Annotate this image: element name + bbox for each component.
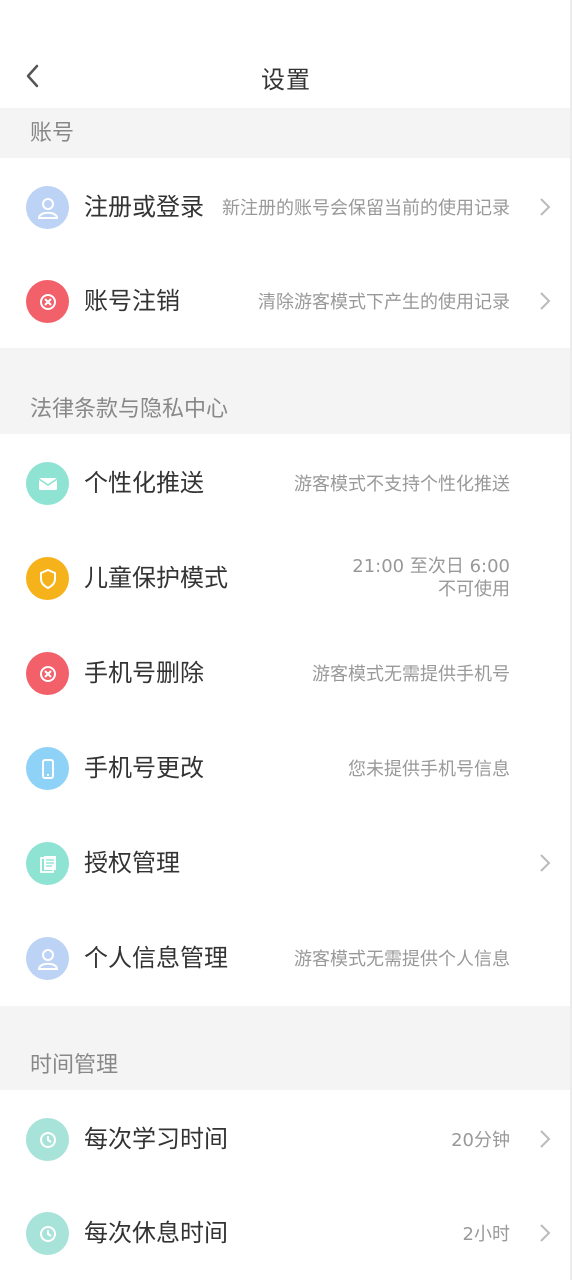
child-protection-note: 不可使用 xyxy=(438,579,510,600)
user-icon xyxy=(26,937,69,980)
delete-icon xyxy=(26,652,69,695)
register-login-label: 注册或登录 xyxy=(84,193,204,221)
personalized-push-label: 个性化推送 xyxy=(84,469,204,497)
delete-icon xyxy=(26,280,69,323)
child-protection-row[interactable]: 儿童保护模式 21:00 至次日 6:00 不可使用 xyxy=(0,531,572,625)
register-login-desc: 新注册的账号会保留当前的使用记录 xyxy=(222,198,510,219)
register-login-row[interactable]: 注册或登录 新注册的账号会保留当前的使用记录 xyxy=(0,160,572,254)
phone-change-desc: 您未提供手机号信息 xyxy=(348,759,510,780)
document-icon xyxy=(26,842,69,885)
study-time-row[interactable]: 每次学习时间 20分钟 xyxy=(0,1092,572,1186)
mail-icon xyxy=(26,462,69,505)
phone-delete-row[interactable]: 手机号删除 游客模式无需提供手机号 xyxy=(0,626,572,720)
phone-icon xyxy=(26,747,69,790)
account-cancel-row[interactable]: 账号注销 清除游客模式下产生的使用记录 xyxy=(0,254,572,348)
personal-info-desc: 游客模式无需提供个人信息 xyxy=(294,949,510,970)
top-bar: 设置 xyxy=(0,0,572,108)
account-card: 注册或登录 新注册的账号会保留当前的使用记录 账号注销 清除游客模式下产生的使用… xyxy=(0,158,572,348)
time-card: 每次学习时间 20分钟 每次休息时间 2小时 xyxy=(0,1090,572,1280)
section-title-account: 账号 xyxy=(30,121,75,146)
section-title-legal: 法律条款与隐私中心 xyxy=(30,397,229,422)
shield-icon xyxy=(26,557,69,600)
chevron-right-icon xyxy=(540,1130,551,1148)
chevron-right-icon xyxy=(540,198,551,216)
phone-change-label: 手机号更改 xyxy=(84,754,204,782)
child-protection-time: 21:00 至次日 6:00 xyxy=(352,556,510,577)
study-time-value: 20分钟 xyxy=(451,1130,510,1151)
section-title-time: 时间管理 xyxy=(30,1053,119,1078)
clock-icon xyxy=(26,1118,69,1161)
authorization-row[interactable]: 授权管理 xyxy=(0,816,572,910)
account-cancel-desc: 清除游客模式下产生的使用记录 xyxy=(258,292,510,313)
authorization-label: 授权管理 xyxy=(84,849,180,877)
phone-change-row[interactable]: 手机号更改 您未提供手机号信息 xyxy=(0,721,572,815)
account-cancel-label: 账号注销 xyxy=(84,287,180,315)
rest-time-value: 2小时 xyxy=(462,1224,510,1245)
page-title: 设置 xyxy=(261,66,311,94)
study-time-label: 每次学习时间 xyxy=(84,1125,228,1153)
chevron-right-icon xyxy=(540,1224,551,1242)
phone-delete-desc: 游客模式无需提供手机号 xyxy=(312,664,510,685)
personal-info-label: 个人信息管理 xyxy=(84,944,228,972)
chevron-right-icon xyxy=(540,854,551,872)
rest-time-row[interactable]: 每次休息时间 2小时 xyxy=(0,1186,572,1280)
user-icon xyxy=(26,186,69,229)
chevron-right-icon xyxy=(540,292,551,310)
rest-time-label: 每次休息时间 xyxy=(84,1219,228,1247)
child-protection-desc: 21:00 至次日 6:00 不可使用 xyxy=(352,531,510,625)
personalized-push-desc: 游客模式不支持个性化推送 xyxy=(294,474,510,495)
personalized-push-row[interactable]: 个性化推送 游客模式不支持个性化推送 xyxy=(0,436,572,530)
child-protection-label: 儿童保护模式 xyxy=(84,564,228,592)
personal-info-row[interactable]: 个人信息管理 游客模式无需提供个人信息 xyxy=(0,911,572,1005)
legal-card: 个性化推送 游客模式不支持个性化推送 儿童保护模式 21:00 至次日 6:00… xyxy=(0,434,572,1006)
phone-delete-label: 手机号删除 xyxy=(84,659,204,687)
clock-icon xyxy=(26,1212,69,1255)
